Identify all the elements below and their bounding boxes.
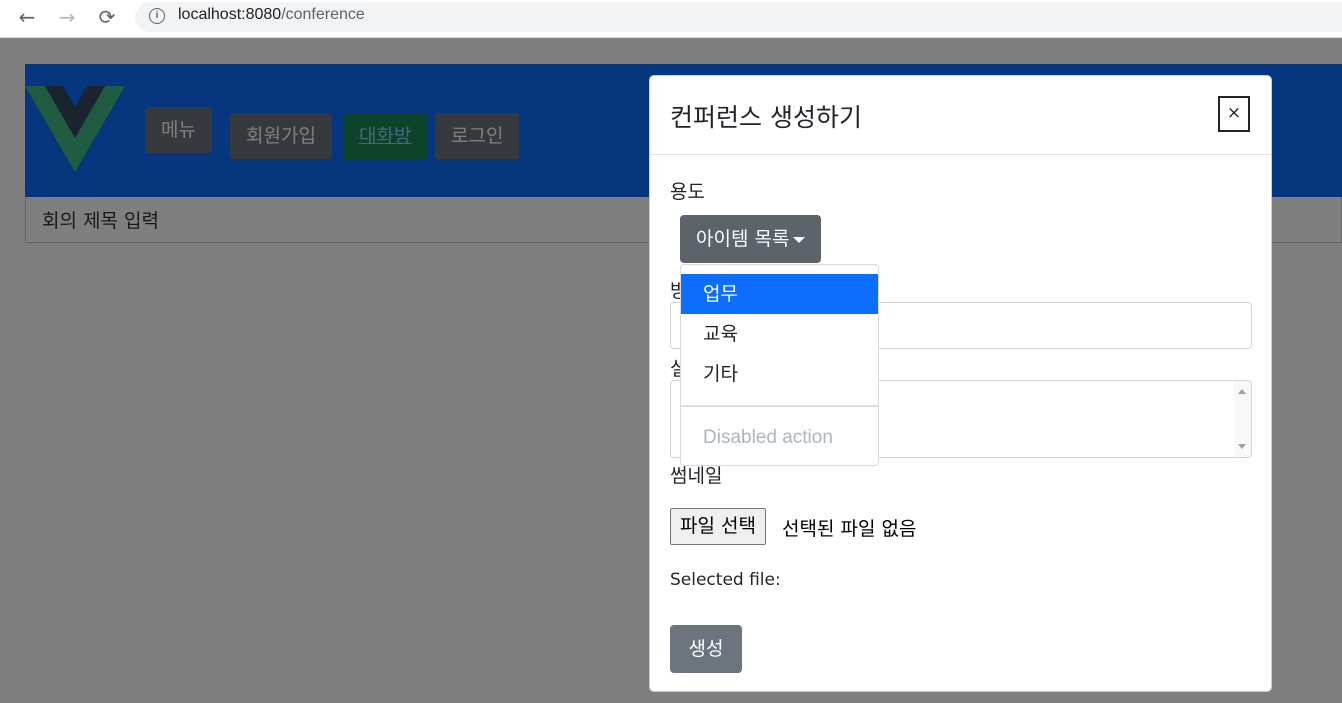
file-select-button[interactable]: 파일 선택 (670, 508, 766, 545)
url-host: localhost:8080 (178, 6, 282, 23)
dropdown-item-other[interactable]: 기타 (681, 354, 878, 394)
selected-file-label: Selected file: (670, 570, 781, 590)
close-icon[interactable]: × (1218, 96, 1250, 132)
create-button[interactable]: 생성 (670, 625, 742, 673)
purpose-dropdown-toggle[interactable]: 아이템 목록 (680, 215, 822, 263)
purpose-label: 용도 (670, 181, 705, 203)
back-icon[interactable]: ← (13, 3, 41, 31)
dropdown-item-education[interactable]: 교육 (681, 314, 878, 354)
file-status: 선택된 파일 없음 (782, 518, 917, 540)
create-conference-modal: 컨퍼런스 생성하기 × 용도 아이템 목록 방 설 썸네일 파일 선택 선택된 … (649, 75, 1272, 692)
purpose-dropdown-menu: 업무 교육 기타 Disabled action (680, 264, 879, 466)
scroll-down-icon[interactable] (1238, 444, 1246, 449)
dropdown-item-work[interactable]: 업무 (681, 274, 878, 314)
scroll-up-icon[interactable] (1238, 389, 1246, 394)
forward-icon[interactable]: → (53, 3, 81, 31)
info-icon[interactable]: i (149, 8, 165, 24)
dropdown-divider (681, 405, 878, 407)
textarea-scrollbar[interactable] (1234, 381, 1251, 457)
dropdown-label: 아이템 목록 (696, 228, 790, 250)
url-path: /conference (281, 6, 365, 23)
browser-toolbar: ← → ⟳ i localhost:8080/conference (0, 0, 1342, 38)
modal-header: 컨퍼런스 생성하기 × (650, 76, 1271, 155)
url-text[interactable]: localhost:8080/conference (178, 6, 365, 24)
dropdown-item-disabled: Disabled action (703, 427, 833, 448)
modal-title: 컨퍼런스 생성하기 (670, 103, 862, 132)
reload-icon[interactable]: ⟳ (93, 3, 121, 31)
caret-down-icon (793, 236, 806, 243)
